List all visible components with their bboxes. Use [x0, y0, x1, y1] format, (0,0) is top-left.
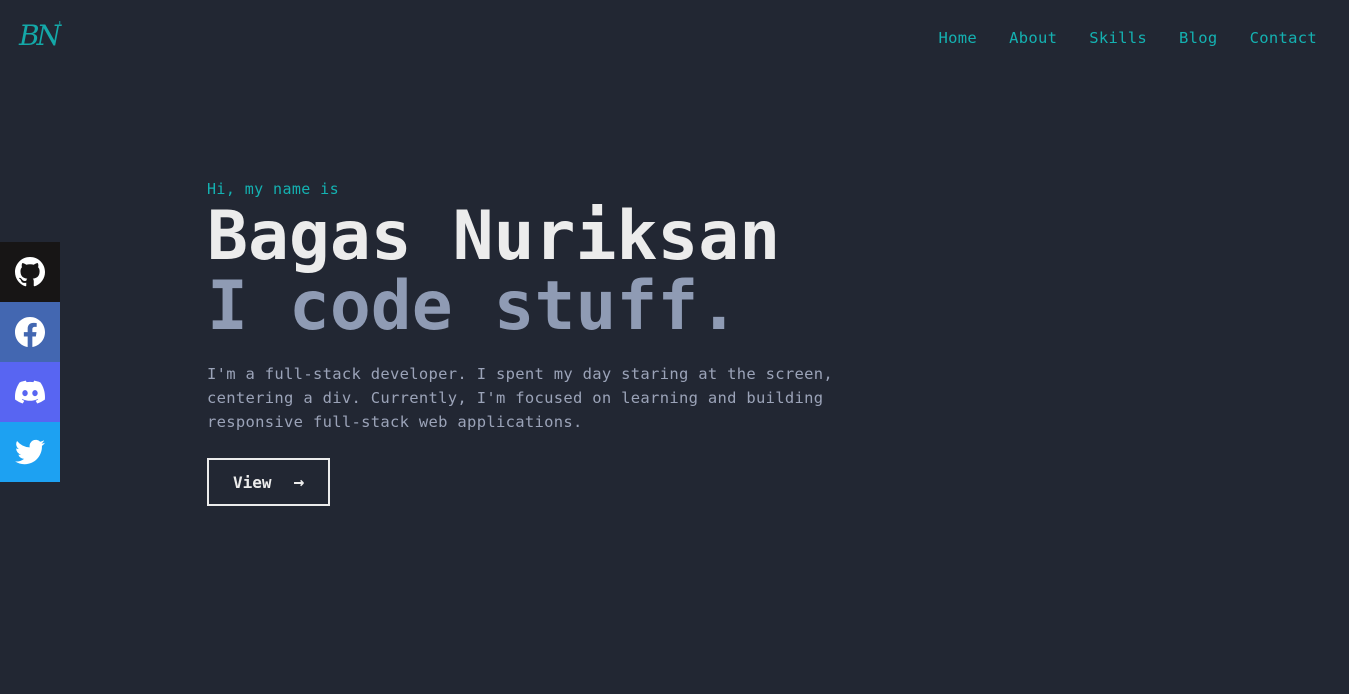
view-button-label: View — [233, 472, 272, 492]
view-button[interactable]: View → — [207, 458, 331, 506]
nav-home[interactable]: Home — [939, 29, 978, 47]
hero-description: I'm a full-stack developer. I spent my d… — [207, 365, 834, 431]
discord-link[interactable] — [0, 362, 60, 422]
hero-name: Bagas Nuriksan — [207, 197, 781, 276]
twitter-link[interactable] — [0, 422, 60, 482]
twitter-icon — [15, 439, 45, 465]
facebook-link[interactable] — [0, 302, 60, 362]
github-link[interactable] — [0, 242, 60, 302]
page: BN' Home About Skills Blog Contact Hi, m… — [0, 0, 1349, 694]
social-sidebar — [0, 242, 60, 482]
arrow-right-icon: → — [293, 471, 305, 493]
nav-skills[interactable]: Skills — [1089, 29, 1147, 47]
facebook-icon — [15, 317, 45, 347]
nav-blog[interactable]: Blog — [1179, 29, 1218, 47]
github-icon — [15, 257, 45, 287]
nav-about[interactable]: About — [1009, 29, 1057, 47]
main-nav: Home About Skills Blog Contact — [939, 29, 1317, 47]
hero-tagline: I code stuff. — [207, 267, 740, 346]
nav-contact[interactable]: Contact — [1250, 29, 1317, 47]
hero: Hi, my name is Bagas Nuriksan I code stu… — [207, 178, 867, 506]
logo-text: BN — [19, 19, 61, 52]
logo[interactable]: BN' — [19, 19, 61, 52]
discord-icon — [15, 380, 45, 404]
